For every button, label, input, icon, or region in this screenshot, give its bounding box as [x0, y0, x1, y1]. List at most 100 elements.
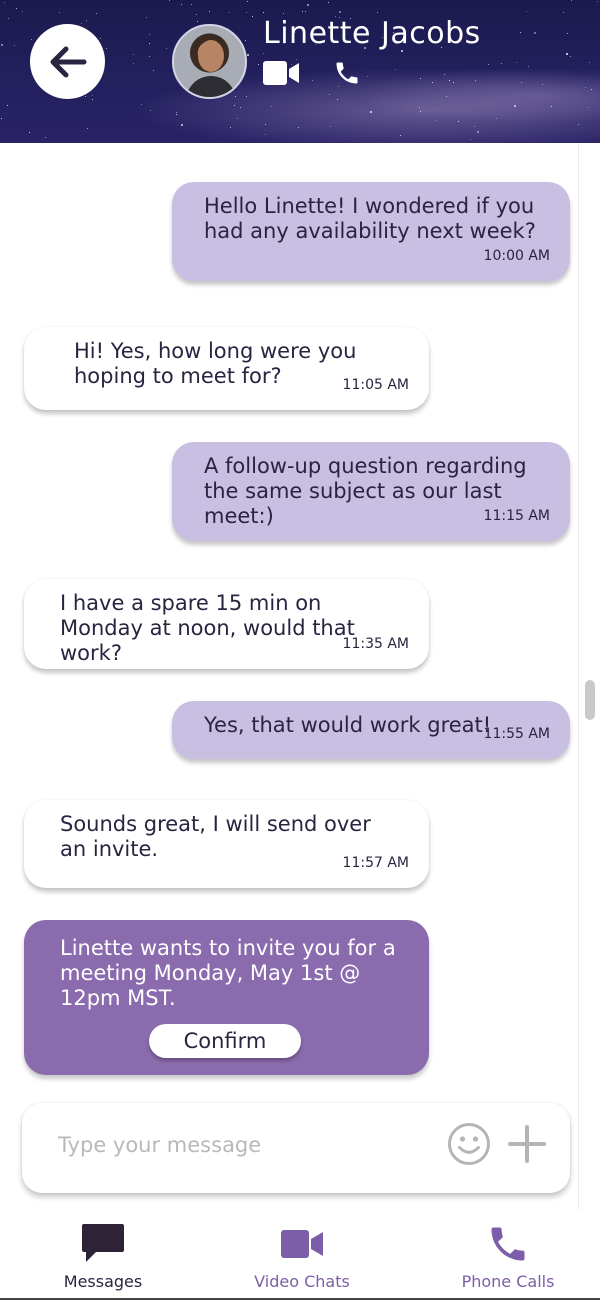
star-dot — [240, 107, 241, 108]
star-dot — [263, 53, 264, 54]
star-dot — [585, 87, 586, 88]
phone-call-button[interactable] — [328, 58, 366, 88]
star-dot — [328, 2, 329, 3]
star-dot — [302, 11, 303, 12]
star-dot — [488, 64, 489, 65]
star-dot — [92, 95, 93, 96]
message-bubble-outgoing: A follow-up question regarding the same … — [172, 442, 570, 541]
message-text: Hi! Yes, how long were you hoping to mee… — [74, 339, 357, 388]
message-list[interactable]: Hello Linette! I wondered if you had any… — [0, 143, 578, 1210]
star-dot — [395, 69, 396, 70]
star-dot — [475, 80, 476, 81]
star-dot — [534, 32, 536, 34]
star-dot — [252, 16, 253, 17]
tab-messages[interactable]: Messages — [60, 1222, 146, 1291]
star-dot — [501, 63, 502, 64]
star-dot — [526, 11, 527, 12]
star-dot — [370, 111, 372, 113]
meeting-invite-card: Linette wants to invite you for a meetin… — [24, 920, 429, 1075]
star-dot — [133, 63, 134, 64]
message-bubble-incoming: I have a spare 15 min on Monday at noon,… — [24, 579, 429, 669]
star-dot — [85, 96, 86, 97]
back-button[interactable] — [30, 24, 105, 99]
message-composer — [22, 1103, 570, 1193]
star-dot — [196, 14, 197, 15]
message-bubble-outgoing: Yes, that would work great! 11:55 AM — [172, 701, 570, 759]
star-dot — [169, 0, 170, 1]
star-dot — [31, 39, 32, 40]
star-dot — [298, 127, 299, 128]
phone-icon — [336, 62, 358, 84]
add-attachment-button[interactable] — [504, 1121, 550, 1167]
emoji-button[interactable] — [446, 1121, 492, 1167]
star-dot — [81, 23, 82, 24]
message-text: A follow-up question regarding the same … — [204, 454, 527, 528]
star-dot — [446, 96, 447, 97]
star-dot — [181, 124, 183, 126]
video-camera-icon — [281, 1230, 323, 1258]
star-dot — [146, 17, 147, 18]
star-dot — [258, 64, 259, 65]
star-dot — [591, 89, 592, 90]
tab-phone-calls[interactable]: Phone Calls — [458, 1222, 558, 1291]
message-time: 11:15 AM — [483, 508, 550, 524]
message-text: Sounds great, I will send over an invite… — [60, 812, 371, 861]
star-dot — [520, 32, 521, 33]
star-dot — [153, 70, 154, 71]
star-dot — [141, 104, 142, 105]
message-time: 11:05 AM — [342, 377, 409, 393]
star-dot — [237, 118, 238, 119]
star-dot — [551, 106, 552, 107]
message-input[interactable] — [58, 1127, 438, 1163]
star-dot — [330, 126, 331, 127]
message-text: Hello Linette! I wondered if you had any… — [204, 194, 536, 243]
star-dot — [528, 66, 529, 67]
confirm-button[interactable]: Confirm — [149, 1024, 301, 1058]
star-dot — [283, 13, 284, 14]
star-dot — [230, 127, 231, 128]
star-dot — [367, 76, 368, 77]
star-dot — [209, 11, 210, 12]
star-dot — [176, 114, 177, 115]
tab-video-chats[interactable]: Video Chats — [252, 1222, 352, 1291]
star-dot — [265, 134, 266, 135]
scrollbar[interactable] — [578, 143, 600, 1210]
message-time: 11:35 AM — [342, 636, 409, 652]
star-dot — [234, 105, 235, 106]
star-dot — [444, 74, 445, 75]
star-dot — [588, 107, 589, 108]
star-dot — [597, 1, 598, 2]
star-dot — [339, 11, 341, 13]
video-call-button[interactable] — [262, 58, 300, 88]
smiley-icon — [448, 1123, 490, 1165]
contact-avatar[interactable] — [172, 24, 247, 99]
star-dot — [16, 8, 17, 9]
star-dot — [106, 48, 107, 49]
star-dot — [271, 106, 272, 107]
star-dot — [449, 80, 450, 81]
message-time: 11:55 AM — [483, 726, 550, 742]
tab-label: Messages — [63, 1272, 143, 1291]
star-dot — [305, 11, 306, 12]
star-dot — [247, 1, 248, 2]
arrow-left-icon — [50, 46, 86, 77]
star-dot — [400, 135, 401, 136]
star-dot — [377, 12, 378, 13]
star-dot — [22, 11, 23, 12]
star-dot — [337, 99, 338, 100]
star-dot — [453, 82, 454, 83]
star-dot — [166, 48, 167, 49]
star-dot — [567, 33, 568, 34]
star-dot — [265, 124, 266, 125]
star-dot — [14, 45, 15, 46]
star-dot — [8, 18, 9, 19]
star-dot — [458, 121, 459, 122]
scrollbar-thumb[interactable] — [585, 680, 595, 720]
star-dot — [566, 53, 568, 55]
star-dot — [263, 12, 264, 13]
star-dot — [432, 82, 433, 83]
star-dot — [570, 56, 571, 57]
chat-header: Linette Jacobs — [0, 0, 600, 143]
star-dot — [92, 99, 93, 100]
star-dot — [420, 111, 421, 112]
